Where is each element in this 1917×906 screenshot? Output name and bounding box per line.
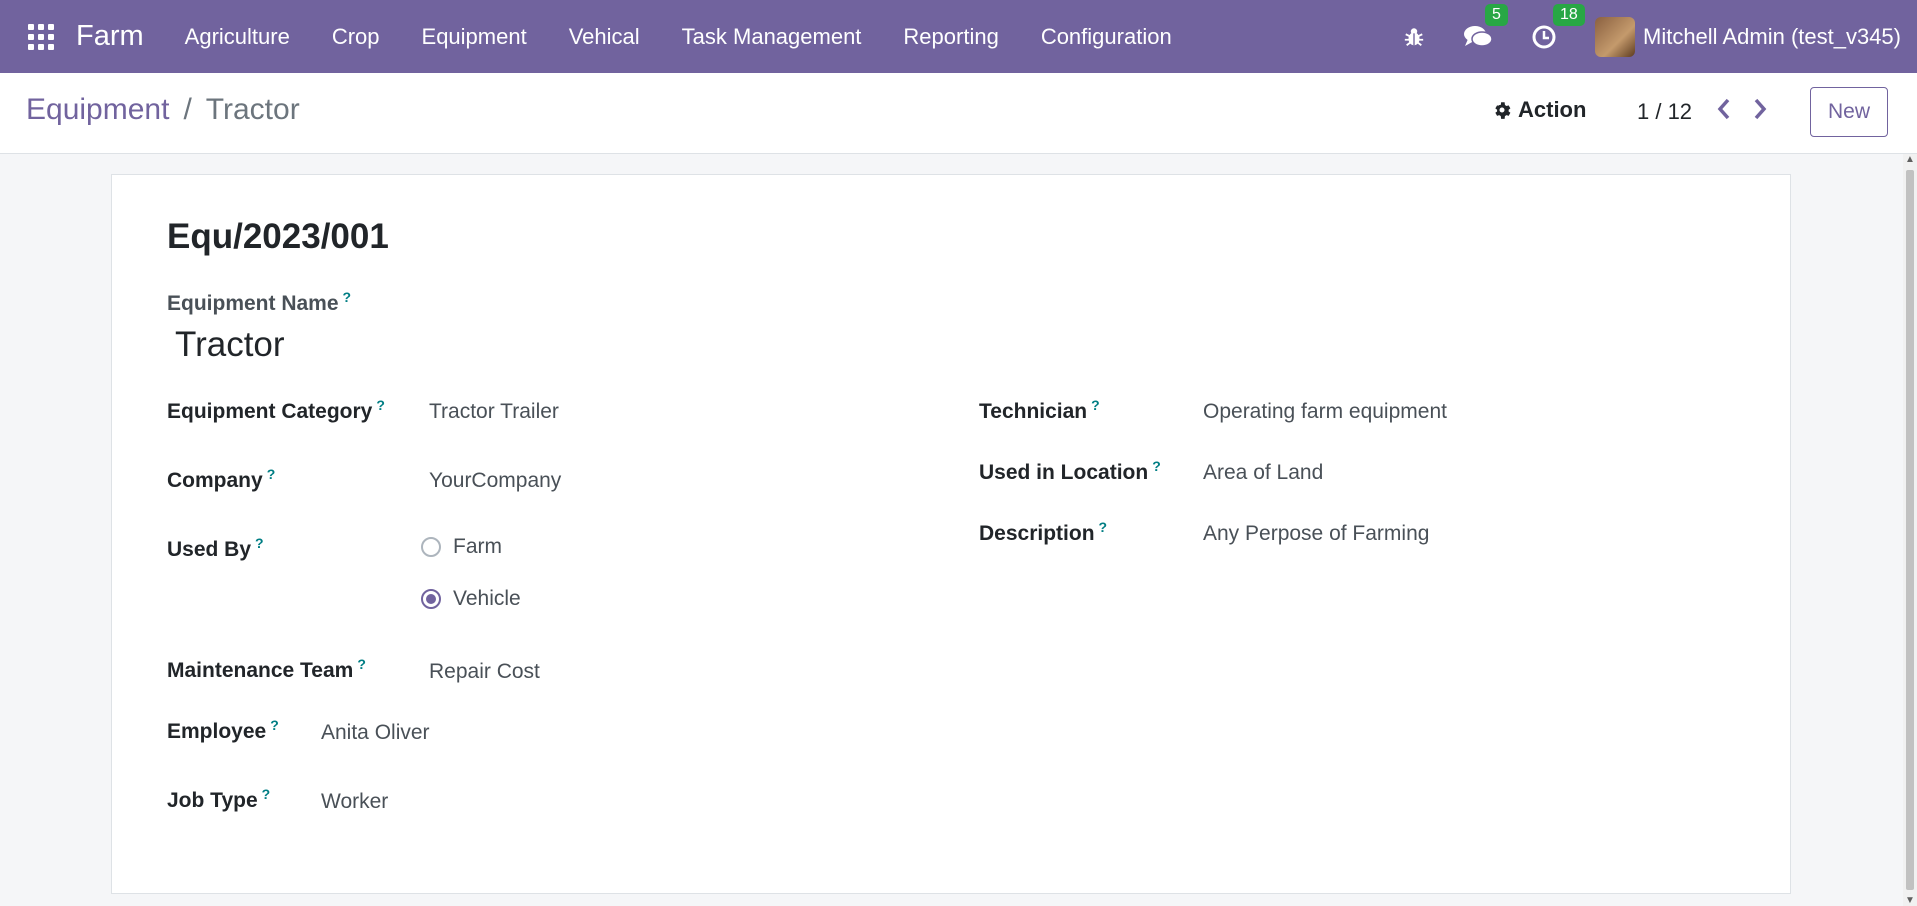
menu-item-vehical[interactable]: Vehical [548,24,661,50]
equipment-name-field[interactable]: Tractor [175,325,285,365]
help-tooltip-icon[interactable]: ? [1152,458,1161,474]
help-tooltip-icon[interactable]: ? [262,786,271,802]
apps-grid-icon[interactable] [28,23,54,50]
menu-item-task-management[interactable]: Task Management [661,24,883,50]
employee-label-text: Employee [167,720,267,743]
description-label-text: Description [979,522,1095,545]
messages-count-badge: 5 [1485,3,1508,26]
company-field[interactable]: YourCompany [429,469,561,493]
form-sheet: Equ/2023/001 Equipment Name? Tractor Equ… [111,174,1791,894]
menu-item-crop[interactable]: Crop [311,24,401,50]
radio-vehicle-label: Vehicle [453,587,521,610]
app-brand[interactable]: Farm [76,20,144,53]
top-navbar: Farm Agriculture Crop Equipment Vehical … [0,0,1917,73]
activity-clock-icon[interactable]: 18 [1531,3,1585,50]
maintenance-team-label-text: Maintenance Team [167,659,354,682]
menu-item-equipment[interactable]: Equipment [401,24,548,50]
equipment-name-label-text: Equipment Name [167,292,339,315]
user-name[interactable]: Mitchell Admin (test_v345) [1643,24,1901,50]
control-panel: Equipment / Tractor Action 1 / 12 New [0,73,1917,154]
radio-circle[interactable] [421,537,441,557]
help-tooltip-icon[interactable]: ? [1091,397,1100,413]
scrollbar-thumb[interactable] [1906,170,1914,890]
help-tooltip-icon[interactable]: ? [343,289,352,305]
debug-bug-icon[interactable] [1403,26,1425,48]
used-by-label-text: Used By [167,538,252,561]
help-tooltip-icon[interactable]: ? [267,466,276,482]
technician-label-text: Technician [979,400,1088,423]
new-button[interactable]: New [1810,87,1888,137]
maintenance-team-field[interactable]: Repair Cost [429,660,540,684]
description-field[interactable]: Any Perpose of Farming [1203,522,1429,546]
equipment-category-field[interactable]: Tractor Trailer [429,400,559,424]
main-menu: Agriculture Crop Equipment Vehical Task … [164,24,1193,50]
activities-count-badge: 18 [1553,3,1585,26]
equipment-reference: Equ/2023/001 [167,217,389,256]
messages-chat-icon[interactable]: 5 [1463,3,1508,50]
scroll-up-arrow-icon[interactable]: ▲ [1905,154,1915,165]
radio-farm-label: Farm [453,535,502,558]
gear-icon [1495,102,1511,119]
help-tooltip-icon[interactable]: ? [376,397,385,413]
menu-item-agriculture[interactable]: Agriculture [164,24,311,50]
company-label: Company? [167,466,275,493]
used-in-location-field[interactable]: Area of Land [1203,461,1323,485]
vertical-scrollbar[interactable]: ▲ ▼ [1903,154,1917,906]
help-tooltip-icon[interactable]: ? [357,656,366,672]
company-label-text: Company [167,469,263,492]
used-in-location-label: Used in Location? [979,458,1161,485]
breadcrumb-current: Tractor [205,93,300,126]
used-by-radio-vehicle[interactable]: Vehicle [421,587,521,611]
help-tooltip-icon[interactable]: ? [255,535,264,551]
scroll-down-arrow-icon[interactable]: ▼ [1905,895,1915,906]
equipment-category-label: Equipment Category? [167,397,385,424]
employee-label: Employee? [167,717,279,744]
systray: 5 18 Mitchell Admin (test_v345) [1365,0,1901,73]
used-in-location-label-text: Used in Location [979,461,1149,484]
action-button[interactable]: Action [1492,97,1586,123]
description-label: Description? [979,519,1107,546]
job-type-field[interactable]: Worker [321,790,388,814]
job-type-label-text: Job Type [167,789,258,812]
employee-field[interactable]: Anita Oliver [321,721,430,745]
pager-value[interactable]: 1 / 12 [1637,99,1692,125]
pager-next-icon[interactable] [1752,97,1768,126]
pager-previous-icon[interactable] [1716,97,1732,126]
radio-circle-selected[interactable] [421,589,441,609]
menu-item-reporting[interactable]: Reporting [882,24,1019,50]
user-avatar[interactable] [1595,16,1635,57]
used-by-radio-farm[interactable]: Farm [421,535,502,559]
job-type-label: Job Type? [167,786,270,813]
equipment-category-label-text: Equipment Category [167,400,373,423]
help-tooltip-icon[interactable]: ? [270,717,279,733]
breadcrumb-separator: / [183,93,192,126]
technician-field[interactable]: Operating farm equipment [1203,400,1447,424]
action-label: Action [1518,97,1587,122]
menu-item-configuration[interactable]: Configuration [1020,24,1193,50]
help-tooltip-icon[interactable]: ? [1099,519,1108,535]
breadcrumb: Equipment / Tractor [26,93,300,127]
maintenance-team-label: Maintenance Team? [167,656,366,683]
technician-label: Technician? [979,397,1100,424]
equipment-name-label: Equipment Name? [167,289,351,316]
breadcrumb-equipment-link[interactable]: Equipment [26,93,169,127]
used-by-label: Used By? [167,535,264,562]
